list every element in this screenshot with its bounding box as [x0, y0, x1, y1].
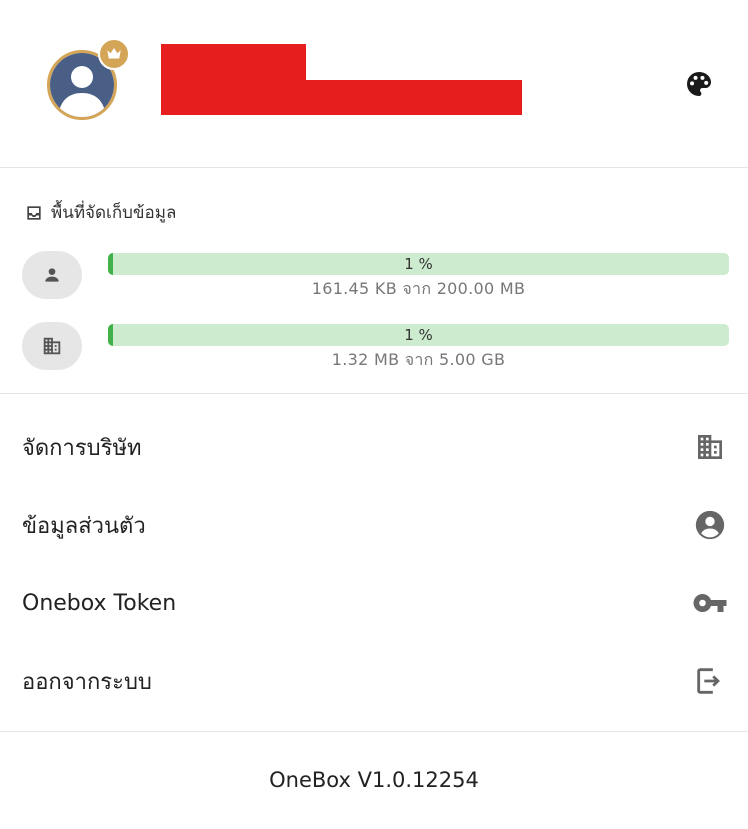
person-icon	[45, 268, 59, 282]
crown-icon	[107, 48, 121, 59]
personal-quota-row: 1 % 161.45 KB จาก 200.00 MB	[0, 251, 748, 301]
menu-item-label: Onebox Token	[22, 590, 177, 616]
key-icon	[692, 585, 728, 621]
business-quota-bar: 1 %	[108, 324, 729, 346]
app-version: OneBox V1.0.12254	[269, 768, 479, 792]
personal-quota-bar: 1 %	[108, 253, 729, 275]
business-icon	[43, 337, 61, 355]
business-quota-icon-button[interactable]	[22, 322, 82, 370]
personal-quota-percent: 1 %	[404, 255, 433, 273]
footer: OneBox V1.0.12254	[0, 731, 748, 829]
personal-quota-usage: 161.45 KB จาก 200.00 MB	[311, 279, 526, 298]
menu-item-manage-company[interactable]: จัดการบริษัท	[0, 408, 748, 486]
redacted-email	[161, 80, 522, 115]
menu-item-onebox-token[interactable]: Onebox Token	[0, 564, 748, 642]
business-quota-percent: 1 %	[404, 326, 433, 344]
personal-quota-icon-button[interactable]	[22, 251, 82, 299]
business-quota-usage: 1.32 MB จาก 5.00 GB	[331, 350, 506, 369]
theme-palette-button[interactable]	[683, 68, 715, 100]
storage-section: พื้นที่จัดเก็บข้อมูล 1 % 161.45 KB จาก 2…	[0, 169, 748, 394]
business-icon	[692, 429, 728, 465]
profile-header	[0, 0, 748, 168]
account-circle-icon	[692, 507, 728, 543]
menu-item-label: ออกจากระบบ	[22, 669, 152, 695]
business-quota-row: 1 % 1.32 MB จาก 5.00 GB	[0, 322, 748, 372]
menu-item-label: ข้อมูลส่วนตัว	[22, 513, 146, 539]
redacted-name	[161, 44, 306, 80]
crown-badge	[98, 38, 130, 70]
menu-item-personal-info[interactable]: ข้อมูลส่วนตัว	[0, 486, 748, 564]
palette-icon	[687, 72, 711, 96]
menu-item-label: จัดการบริษัท	[22, 435, 142, 461]
storage-title-label: พื้นที่จัดเก็บข้อมูล	[51, 203, 177, 223]
logout-icon	[692, 663, 728, 699]
menu-item-logout[interactable]: ออกจากระบบ	[0, 642, 748, 720]
storage-title: พื้นที่จัดเก็บข้อมูล	[24, 199, 176, 226]
inbox-icon	[27, 205, 41, 220]
